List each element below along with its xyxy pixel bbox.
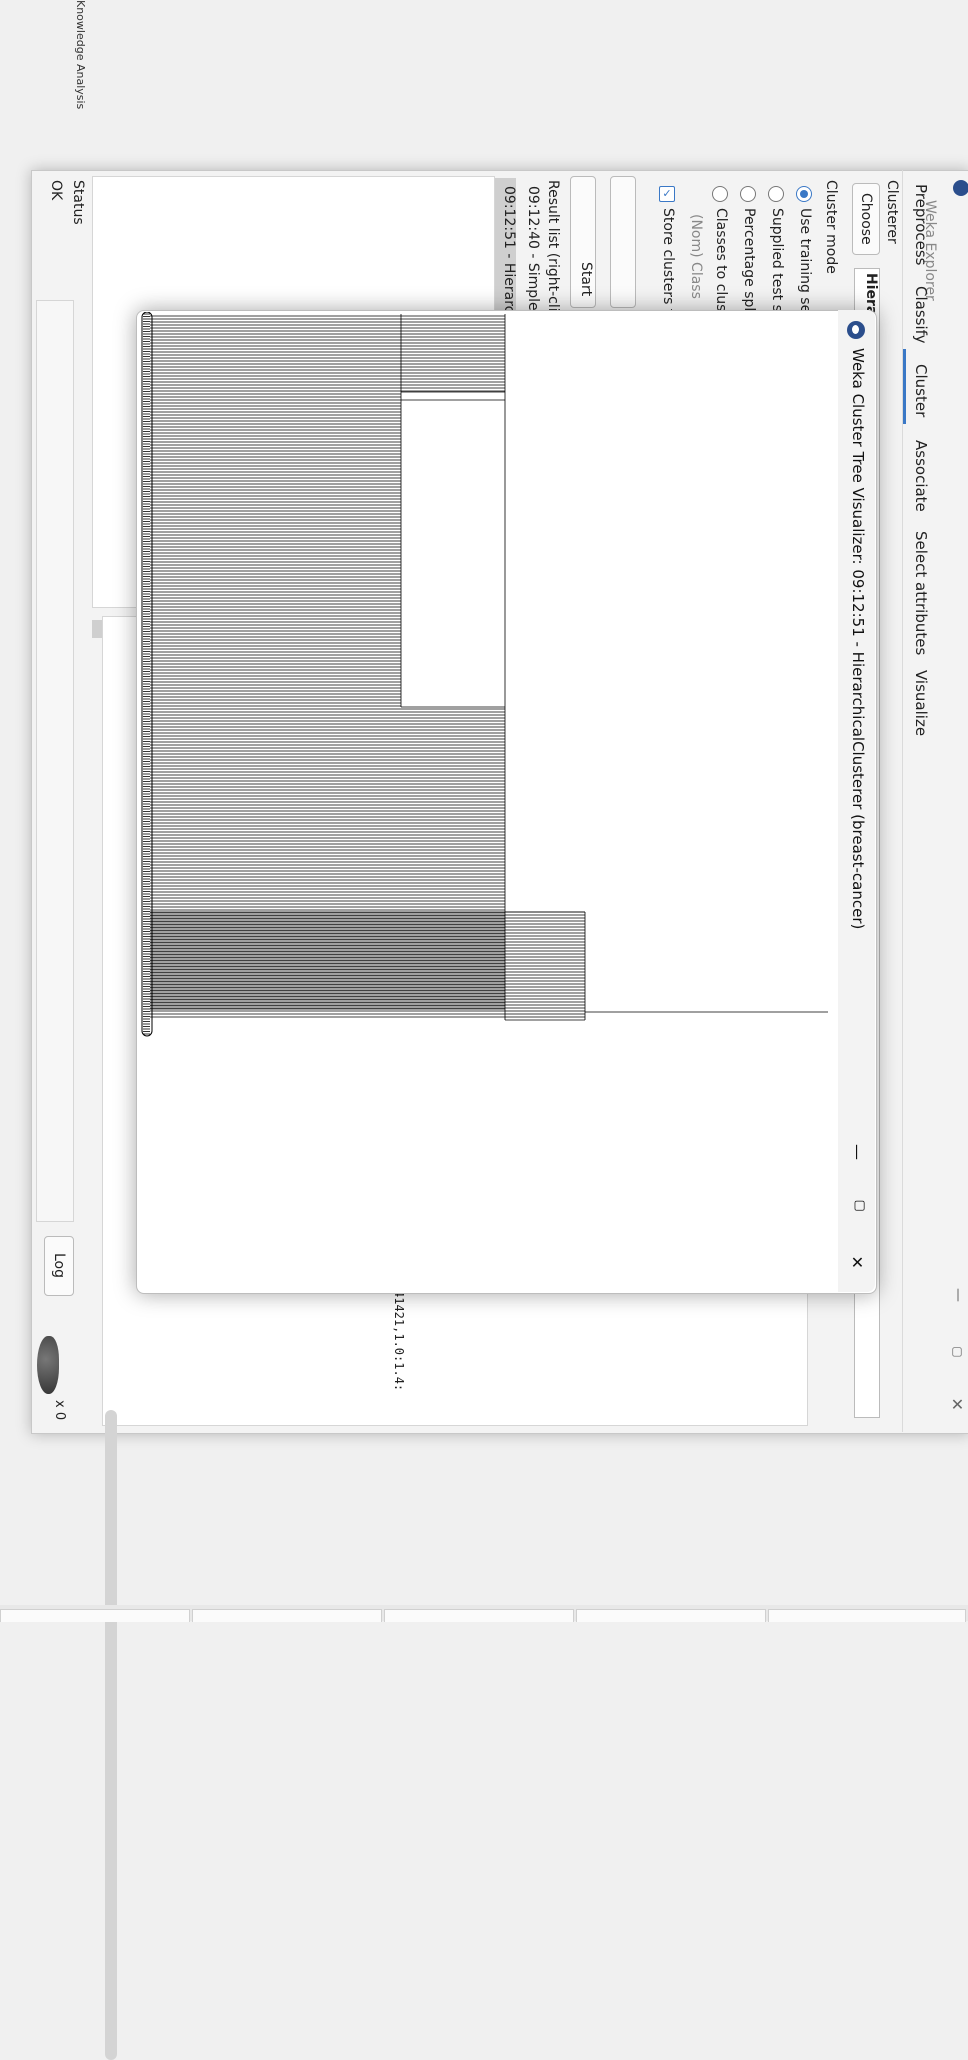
radio-label-training: Use training set <box>797 208 813 319</box>
radio-label-percentage: Percentage spli <box>741 208 757 316</box>
tab-classify[interactable]: Classify <box>912 286 930 344</box>
cluster-mode-label: Cluster mode <box>823 180 839 274</box>
explorer-maximize-icon[interactable]: ▢ <box>950 1344 964 1358</box>
radio-label-supplied: Supplied test se <box>769 208 785 321</box>
weka-logo-icon <box>847 321 865 339</box>
tab-visualize[interactable]: Visualize <box>912 670 930 736</box>
active-tab-indicator <box>903 349 906 424</box>
weka-bird-icon[interactable] <box>37 1336 59 1394</box>
taskbar-slot[interactable] <box>0 1609 190 1622</box>
result-item-simplekmeans[interactable]: 09:12:40 - SimpleK <box>521 186 541 320</box>
radio-supplied-test-set[interactable] <box>768 186 784 202</box>
clusterer-label: Clusterer <box>884 180 900 244</box>
class-select[interactable]: (Nom) Class <box>688 214 704 299</box>
status-bar <box>36 300 74 1222</box>
tab-preprocess[interactable]: Preprocess <box>912 184 930 266</box>
taskbar <box>0 1605 968 1622</box>
store-clusters-checkbox[interactable]: ✓ <box>659 186 675 202</box>
output-scrollbar[interactable] <box>105 1410 117 2060</box>
status-text: OK <box>48 180 64 201</box>
task-count: x 0 <box>52 1400 67 1421</box>
radio-percentage-split[interactable] <box>740 186 756 202</box>
explorer-minimize-icon[interactable]: — <box>950 1288 966 1302</box>
log-button-label: Log <box>51 1253 67 1279</box>
radio-label-classes: Classes to clust <box>713 208 729 317</box>
dialog-maximize-icon[interactable]: ▢ <box>851 1198 867 1213</box>
tab-associate[interactable]: Associate <box>912 440 930 512</box>
taskbar-slot[interactable] <box>192 1609 382 1622</box>
choose-button-label: Choose <box>858 193 874 245</box>
dialog-title: Weka Cluster Tree Visualizer: 09:12:51 -… <box>849 348 867 930</box>
result-list-label: Result list (right-clic <box>545 180 561 320</box>
desktop-app-label: Knowledge Analysis <box>74 0 87 110</box>
taskbar-slot[interactable] <box>768 1609 966 1622</box>
result-item-hierarchical[interactable]: 09:12:51 - Hierarch <box>497 186 517 322</box>
taskbar-slot[interactable] <box>576 1609 766 1622</box>
clusterer-output-text: 41421,1.0:1.4: <box>392 1290 406 1392</box>
dialog-minimize-icon[interactable]: — <box>848 1144 867 1160</box>
status-label: Status <box>70 180 86 225</box>
log-button[interactable]: Log <box>44 1236 74 1296</box>
tab-select-attributes[interactable]: Select attributes <box>912 531 930 655</box>
explorer-close-icon[interactable]: ✕ <box>948 1395 967 1414</box>
dendrogram-canvas[interactable] <box>138 312 838 1048</box>
weka-logo-icon <box>953 180 968 196</box>
algo-options-field[interactable] <box>610 176 636 308</box>
start-button-label: Start <box>578 262 594 297</box>
store-clusters-label: Store clusters fo <box>660 208 676 323</box>
dialog-close-icon[interactable]: ✕ <box>848 1253 867 1272</box>
taskbar-slot[interactable] <box>384 1609 574 1622</box>
radio-classes-to-clusters[interactable] <box>712 186 728 202</box>
radio-use-training-set[interactable] <box>796 186 812 202</box>
tab-cluster[interactable]: Cluster <box>912 364 930 417</box>
choose-button[interactable]: Choose <box>852 183 880 255</box>
